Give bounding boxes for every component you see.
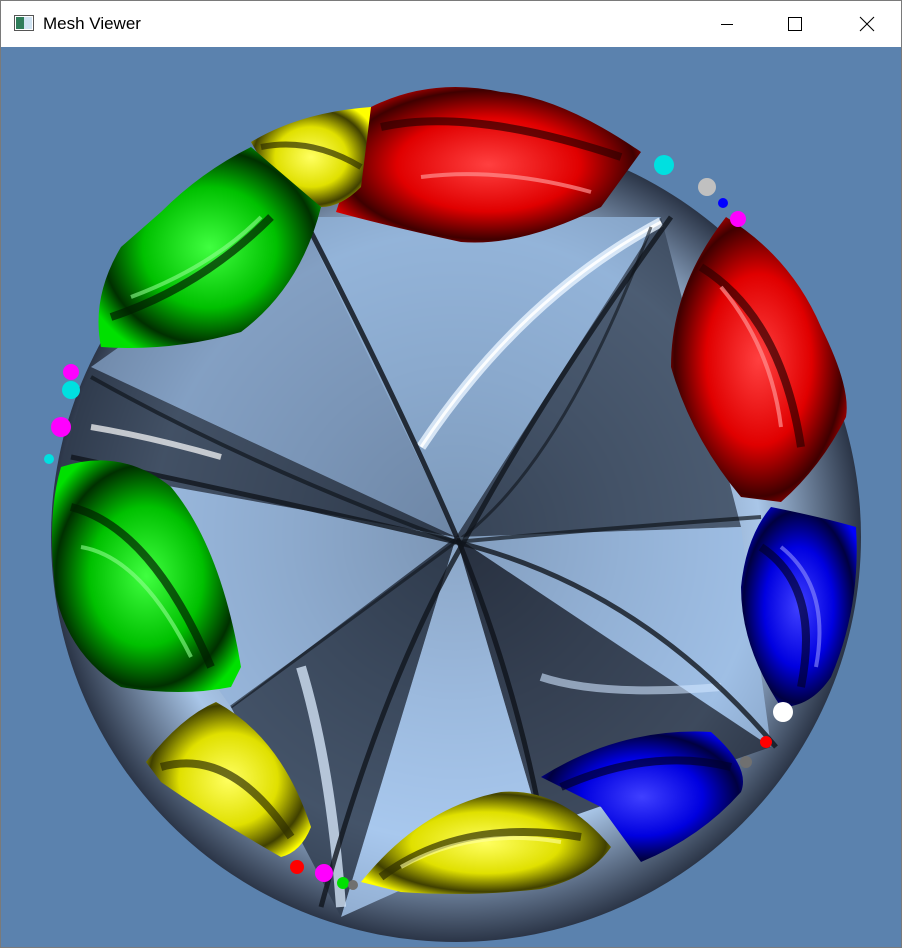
window-title: Mesh Viewer: [43, 14, 141, 33]
hyperbolic-mesh-render[interactable]: [1, 47, 901, 947]
maximize-button[interactable]: [763, 1, 827, 47]
mesh-viewer-window: Mesh Viewer: [0, 0, 902, 948]
minimize-button[interactable]: [695, 1, 759, 47]
render-viewport[interactable]: [1, 47, 901, 947]
app-icon: [14, 15, 34, 31]
maximize-icon: [788, 17, 802, 31]
close-button[interactable]: [835, 1, 899, 47]
minimize-icon: [721, 24, 733, 25]
close-icon: [859, 16, 875, 32]
title-bar[interactable]: Mesh Viewer: [1, 1, 901, 47]
